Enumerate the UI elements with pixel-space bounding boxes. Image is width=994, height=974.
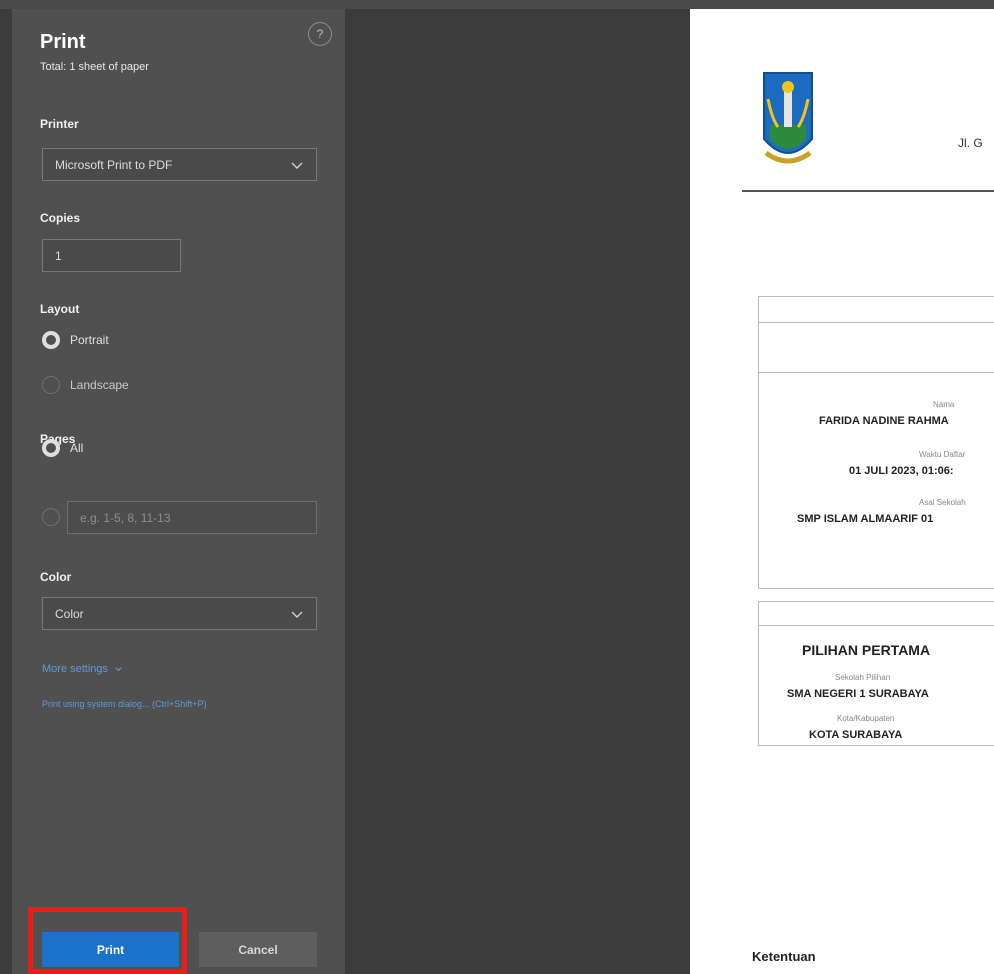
chevron-down-icon xyxy=(291,611,303,618)
color-value: Color xyxy=(55,606,84,621)
layout-landscape-radio[interactable]: Landscape xyxy=(42,376,129,394)
radio-unselected-icon xyxy=(42,508,60,526)
pages-custom-radio[interactable] xyxy=(42,508,70,526)
sekolah-label: Asal Sekolah xyxy=(919,498,966,507)
help-icon[interactable]: ? xyxy=(308,22,332,46)
pages-all-label: All xyxy=(70,441,84,455)
pages-range-input[interactable]: e.g. 1-5, 8, 11-13 xyxy=(67,501,317,534)
kota-label: Kota/Kabupaten xyxy=(837,714,895,723)
portrait-label: Portrait xyxy=(70,333,109,347)
dialog-title: Print xyxy=(40,31,86,53)
printer-label: Printer xyxy=(40,117,79,131)
printer-select[interactable]: Microsoft Print to PDF xyxy=(42,148,317,181)
layout-label: Layout xyxy=(40,302,80,316)
kota-value: KOTA SURABAYA xyxy=(809,729,903,741)
waktu-value: 01 JULI 2023, 01:06: xyxy=(849,465,954,477)
cancel-button[interactable]: Cancel xyxy=(199,932,317,967)
pilihan-title: PILIHAN PERTAMA xyxy=(802,642,931,658)
system-dialog-link[interactable]: Print using system dialog... (Ctrl+Shift… xyxy=(42,699,207,709)
east-java-emblem xyxy=(763,72,813,164)
choice-header-row xyxy=(759,602,994,626)
chevron-down-icon xyxy=(291,162,303,169)
radio-unselected-icon xyxy=(42,376,60,394)
top-strip xyxy=(0,0,994,9)
school-address: Jl. G xyxy=(958,136,983,150)
more-settings-link[interactable]: More settings xyxy=(42,663,123,675)
nama-label: Nama xyxy=(933,400,955,409)
more-settings-label: More settings xyxy=(42,663,109,675)
waktu-label: Waktu Daftar xyxy=(919,450,966,459)
copies-input[interactable]: 1 xyxy=(42,239,181,272)
sheet-count: Total: 1 sheet of paper xyxy=(40,61,149,73)
copies-label: Copies xyxy=(40,211,81,225)
layout-portrait-radio[interactable]: Portrait xyxy=(42,331,109,349)
info-subheader-row xyxy=(759,323,994,373)
ketentuan-heading: Ketentuan xyxy=(752,949,816,964)
info-header-row: I xyxy=(759,297,994,323)
color-label: Color xyxy=(40,570,72,584)
choice-box: PILIHAN PERTAMA Sekolah Pilihan SMA NEGE… xyxy=(758,601,994,746)
print-button-highlight xyxy=(28,907,187,974)
landscape-label: Landscape xyxy=(70,378,129,392)
radio-selected-icon xyxy=(42,331,60,349)
header-divider xyxy=(742,190,994,192)
chevron-down-icon xyxy=(115,666,122,671)
print-settings-panel: Print Total: 1 sheet of paper ? Printer … xyxy=(12,9,345,974)
registrant-info-box: I Nama FARIDA NADINE RAHMA Waktu Daftar … xyxy=(758,296,994,589)
sekolah-value: SMP ISLAM ALMAARIF 01 xyxy=(797,513,934,525)
printer-value: Microsoft Print to PDF xyxy=(55,157,173,172)
pilihan-sekolah-label: Sekolah Pilihan xyxy=(835,673,891,682)
pages-all-option[interactable]: All xyxy=(42,439,83,457)
pilihan-sekolah-value: SMA NEGERI 1 SURABAYA xyxy=(787,688,929,700)
print-preview-page: Jl. G I Nama FARIDA NADINE RAHMA Waktu D… xyxy=(690,9,994,974)
color-select[interactable]: Color xyxy=(42,597,317,630)
nama-value: FARIDA NADINE RAHMA xyxy=(819,415,949,427)
radio-selected-icon xyxy=(42,439,60,457)
